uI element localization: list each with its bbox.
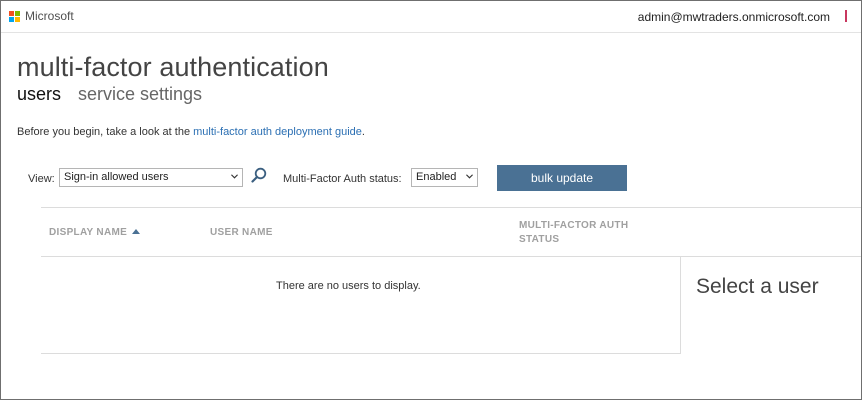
tab-service-settings[interactable]: service settings [78, 84, 202, 105]
sort-ascending-icon [132, 229, 141, 234]
intro-text: Before you begin, take a look at the mul… [17, 126, 365, 138]
chevron-down-icon [466, 174, 473, 179]
mfa-status-value: Enabled [416, 171, 457, 183]
microsoft-logo-icon [9, 11, 21, 23]
bulk-update-button[interactable]: bulk update [497, 165, 627, 191]
intro-suffix: . [361, 126, 365, 138]
account-name[interactable]: admin@mwtraders.onmicrosoft.com [638, 10, 830, 24]
deployment-guide-link[interactable]: multi-factor auth deployment guide [193, 126, 362, 138]
brand-name: Microsoft [25, 9, 74, 23]
search-icon[interactable] [251, 167, 267, 183]
column-header-display-name[interactable]: DISPLAY NAME [49, 227, 141, 238]
table-bottom-divider [41, 353, 681, 354]
column-header-mfa-status[interactable]: MULTI-FACTOR AUTH STATUS [519, 219, 639, 247]
page-title: multi-factor authentication [17, 52, 329, 82]
app-frame: Microsoft admin@mwtraders.onmicrosoft.co… [0, 0, 862, 400]
table-header-divider [41, 256, 861, 257]
mfa-status-select[interactable]: Enabled [411, 168, 478, 187]
view-label: View: [28, 173, 55, 185]
view-select-value: Sign-in allowed users [64, 171, 169, 183]
detail-pane-title: Select a user [696, 275, 819, 298]
empty-table-message: There are no users to display. [276, 280, 421, 292]
chevron-down-icon [231, 174, 238, 179]
tab-users[interactable]: users [17, 84, 61, 105]
mfa-status-label: Multi-Factor Auth status: [283, 173, 402, 185]
account-indicator [845, 10, 847, 22]
intro-prefix: Before you begin, take a look at the [17, 126, 194, 138]
column-header-user-name[interactable]: USER NAME [210, 227, 273, 238]
top-bar: Microsoft admin@mwtraders.onmicrosoft.co… [1, 1, 861, 33]
column-header-display-name-label: DISPLAY NAME [49, 227, 128, 238]
table-top-divider [41, 207, 861, 208]
view-select[interactable]: Sign-in allowed users [59, 168, 243, 187]
detail-pane-divider [680, 257, 681, 354]
